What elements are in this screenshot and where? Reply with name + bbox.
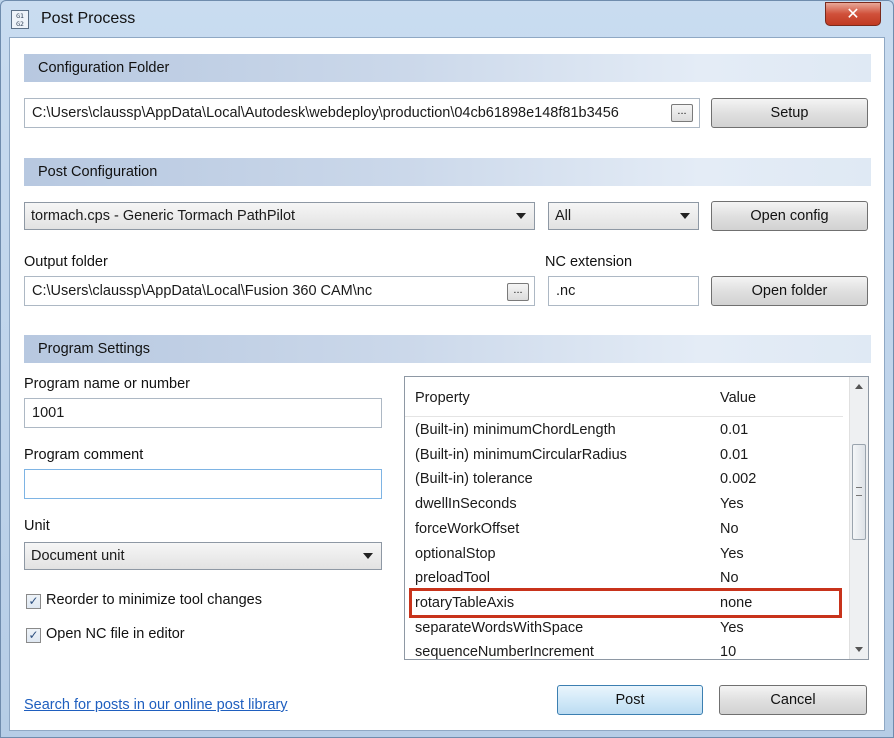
program-comment-label: Program comment bbox=[24, 447, 144, 463]
title-bar[interactable]: G1 G2 Post Process ✕ bbox=[1, 1, 893, 37]
property-name: (Built-in) tolerance bbox=[415, 471, 533, 488]
property-name: (Built-in) minimumCircularRadius bbox=[415, 446, 627, 463]
property-name: dwellInSeconds bbox=[415, 496, 517, 513]
property-name: separateWordsWithSpace bbox=[415, 619, 584, 636]
chevron-down-icon bbox=[680, 213, 690, 219]
chevron-down-icon bbox=[363, 553, 373, 559]
post-process-dialog: G1 G2 Post Process ✕ Configuration Folder… bbox=[0, 0, 894, 738]
property-value[interactable]: 0.002 bbox=[720, 471, 756, 487]
nc-extension-label: NC extension bbox=[545, 254, 633, 270]
property-value[interactable]: Yes bbox=[720, 496, 744, 512]
program-name-label: Program name or number bbox=[24, 376, 191, 392]
nc-extension-field[interactable]: .nc bbox=[548, 276, 699, 306]
section-header-program-settings: Program Settings bbox=[24, 335, 871, 363]
scroll-down-arrow-icon[interactable] bbox=[855, 647, 863, 652]
property-value[interactable]: 0.01 bbox=[720, 422, 748, 438]
post-select-value: tormach.cps - Generic Tormach PathPilot bbox=[31, 208, 296, 224]
property-name: optionalStop bbox=[415, 545, 496, 562]
unit-value: Document unit bbox=[31, 548, 125, 564]
post-filter-dropdown[interactable]: All bbox=[548, 202, 699, 230]
output-folder-field[interactable]: C:\Users\claussp\AppData\Local\Fusion 36… bbox=[24, 276, 535, 306]
post-button[interactable]: Post bbox=[557, 685, 703, 715]
property-value[interactable]: Yes bbox=[720, 620, 744, 636]
property-row[interactable]: (Built-in) tolerance 0.002 bbox=[405, 467, 843, 492]
open-nc-label[interactable]: Open NC file in editor bbox=[46, 626, 185, 642]
property-row[interactable]: (Built-in) minimumChordLength 0.01 bbox=[405, 418, 843, 443]
property-name: (Built-in) minimumChordLength bbox=[415, 422, 616, 438]
property-row[interactable]: optionalStop Yes bbox=[405, 542, 843, 567]
program-name-value: 1001 bbox=[32, 405, 65, 421]
chevron-down-icon bbox=[516, 213, 526, 219]
property-row[interactable]: (Built-in) minimumCircularRadius 0.01 bbox=[405, 443, 843, 468]
program-name-field[interactable]: 1001 bbox=[24, 398, 382, 428]
highlight-annotation-box bbox=[409, 588, 842, 618]
property-value[interactable]: 10 bbox=[720, 644, 736, 659]
unit-label: Unit bbox=[24, 518, 50, 534]
property-grid-header: Property Value bbox=[405, 377, 843, 417]
post-select-dropdown[interactable]: tormach.cps - Generic Tormach PathPilot bbox=[24, 202, 535, 230]
config-folder-path-text: C:\Users\claussp\AppData\Local\Autodesk\… bbox=[32, 105, 619, 121]
app-icon: G1 G2 bbox=[11, 10, 29, 29]
setup-button[interactable]: Setup bbox=[711, 98, 868, 128]
open-nc-checkbox[interactable]: ✓ bbox=[26, 628, 41, 643]
dialog-body: Configuration Folder C:\Users\claussp\Ap… bbox=[9, 37, 885, 731]
nc-extension-value: .nc bbox=[556, 283, 576, 299]
output-folder-browse-button[interactable]: ... bbox=[507, 283, 529, 301]
reorder-checkbox[interactable]: ✓ bbox=[26, 594, 41, 609]
program-comment-field[interactable] bbox=[24, 469, 382, 499]
property-name: forceWorkOffset bbox=[415, 520, 520, 537]
property-value[interactable]: No bbox=[720, 521, 739, 537]
section-header-configuration-folder: Configuration Folder bbox=[24, 54, 871, 82]
cancel-button[interactable]: Cancel bbox=[719, 685, 867, 715]
config-folder-path-field[interactable]: C:\Users\claussp\AppData\Local\Autodesk\… bbox=[24, 98, 700, 128]
property-row[interactable]: forceWorkOffset No bbox=[405, 517, 843, 542]
unit-dropdown[interactable]: Document unit bbox=[24, 542, 382, 570]
property-row[interactable]: dwellInSeconds Yes bbox=[405, 492, 843, 517]
section-header-post-configuration: Post Configuration bbox=[24, 158, 871, 186]
property-name: preloadTool bbox=[415, 570, 490, 587]
scroll-thumb[interactable] bbox=[852, 444, 866, 540]
post-library-link[interactable]: Search for posts in our online post libr… bbox=[24, 697, 288, 713]
open-config-button[interactable]: Open config bbox=[711, 201, 868, 231]
scroll-up-arrow-icon[interactable] bbox=[855, 384, 863, 389]
property-row[interactable]: sequenceNumberIncrement 10 bbox=[405, 640, 843, 660]
output-folder-path-text: C:\Users\claussp\AppData\Local\Fusion 36… bbox=[32, 283, 373, 299]
property-value[interactable]: 0.01 bbox=[720, 447, 748, 463]
open-folder-button[interactable]: Open folder bbox=[711, 276, 868, 306]
property-name: sequenceNumberIncrement bbox=[415, 644, 594, 660]
column-header-value[interactable]: Value bbox=[720, 390, 756, 406]
property-value[interactable]: Yes bbox=[720, 546, 744, 562]
property-grid-scrollbar[interactable] bbox=[849, 377, 868, 659]
close-button[interactable]: ✕ bbox=[825, 2, 881, 26]
reorder-label[interactable]: Reorder to minimize tool changes bbox=[46, 592, 262, 608]
column-header-property[interactable]: Property bbox=[415, 390, 470, 406]
post-filter-value: All bbox=[555, 208, 572, 224]
config-folder-browse-button[interactable]: ... bbox=[671, 104, 693, 122]
window-title: Post Process bbox=[41, 10, 136, 27]
output-folder-label: Output folder bbox=[24, 254, 108, 270]
property-row[interactable]: separateWordsWithSpace Yes bbox=[405, 616, 843, 641]
property-value[interactable]: No bbox=[720, 570, 739, 586]
